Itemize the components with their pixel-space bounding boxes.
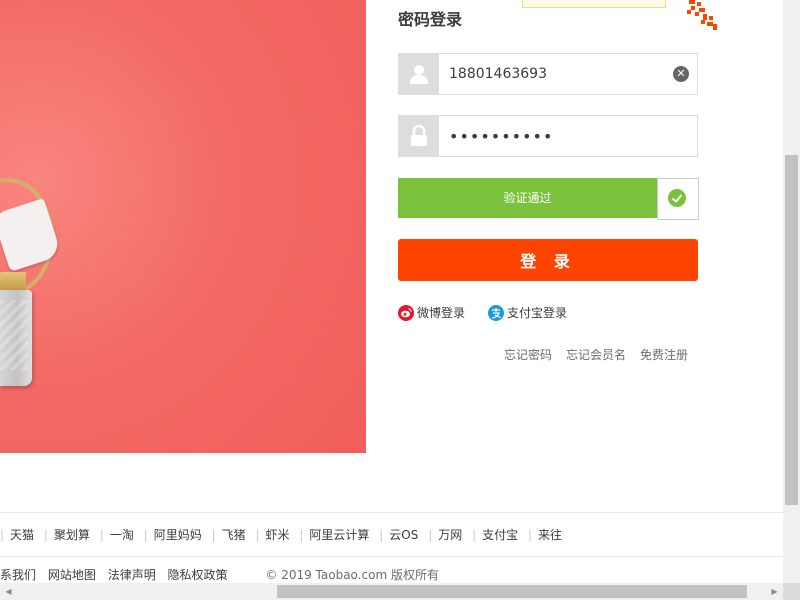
footer-nav: | 天猫 | 聚划算 | 一淘 | 阿里妈妈 | 飞猪 | 虾米 | 阿里云计算 | 云OS |… — [0, 528, 563, 542]
slider-handle[interactable] — [657, 178, 699, 220]
footer-link-sitemap[interactable]: 网站地图 — [48, 568, 96, 582]
qr-corner-icon[interactable] — [687, 0, 719, 32]
forgot-username-link[interactable]: 忘记会员名 — [566, 346, 626, 363]
lock-icon — [399, 116, 439, 156]
footer-link-wanwang[interactable]: 万网 — [438, 528, 462, 542]
footer-divider — [0, 512, 783, 513]
account-links: 忘记密码 忘记会员名 免费注册 — [504, 346, 688, 363]
vertical-scroll-thumb[interactable] — [785, 155, 798, 505]
product-image — [0, 160, 62, 386]
scroll-left-icon[interactable]: ◀ — [0, 583, 17, 600]
horizontal-scroll-thumb[interactable] — [277, 585, 747, 598]
password-field[interactable] — [398, 115, 698, 157]
copyright: © 2019 Taobao.com 版权所有 — [265, 568, 439, 582]
vertical-scrollbar[interactable] — [783, 0, 800, 583]
footer-divider-2 — [0, 556, 783, 557]
check-icon — [668, 189, 686, 207]
alipay-login[interactable]: 支付宝登录 — [488, 304, 567, 321]
promo-banner — [0, 0, 366, 453]
weibo-icon — [398, 304, 414, 321]
login-button[interactable]: 登 录 — [398, 239, 698, 281]
qr-tooltip — [522, 0, 666, 8]
footer-link-juhuasuan[interactable]: 聚划算 — [54, 528, 90, 542]
footer-link-legal[interactable]: 法律声明 — [108, 568, 156, 582]
footer-link-contact[interactable]: 系我们 — [0, 568, 36, 582]
alipay-login-label: 支付宝登录 — [507, 306, 568, 320]
verify-status: 验证通过 — [398, 178, 657, 218]
footer-link-etao[interactable]: 一淘 — [110, 528, 134, 542]
alipay-icon — [488, 304, 504, 321]
scrollbar-corner — [783, 583, 800, 600]
weibo-login[interactable]: 微博登录 — [398, 304, 465, 321]
username-input[interactable] — [449, 64, 659, 84]
footer-link-fliggy[interactable]: 飞猪 — [222, 528, 246, 542]
footer-link-alipay[interactable]: 支付宝 — [482, 528, 518, 542]
scroll-right-icon[interactable]: ▶ — [766, 583, 783, 600]
footer-link-xiami[interactable]: 虾米 — [266, 528, 290, 542]
login-title: 密码登录 — [398, 10, 463, 29]
clear-icon[interactable]: ✕ — [673, 66, 689, 82]
verify-slider: 验证通过 — [398, 178, 699, 220]
footer-link-aliyun[interactable]: 阿里云计算 — [309, 528, 369, 542]
register-link[interactable]: 免费注册 — [640, 346, 688, 363]
footer-legal: 系我们 网站地图 法律声明 隐私权政策 © 2019 Taobao.com 版权… — [0, 566, 439, 583]
username-field[interactable]: ✕ — [398, 53, 698, 95]
footer-link-privacy[interactable]: 隐私权政策 — [168, 568, 228, 582]
password-input[interactable] — [449, 126, 659, 146]
footer-link-tmall[interactable]: 天猫 — [10, 528, 34, 542]
weibo-login-label: 微博登录 — [417, 306, 466, 320]
footer-link-yunos[interactable]: 云OS — [389, 528, 418, 542]
user-icon — [399, 54, 439, 94]
footer-link-alimama[interactable]: 阿里妈妈 — [154, 528, 202, 542]
footer-link-laiwang[interactable]: 来往 — [538, 528, 562, 542]
horizontal-scrollbar[interactable]: ◀ ▶ — [0, 583, 783, 600]
forgot-password-link[interactable]: 忘记密码 — [504, 346, 552, 363]
